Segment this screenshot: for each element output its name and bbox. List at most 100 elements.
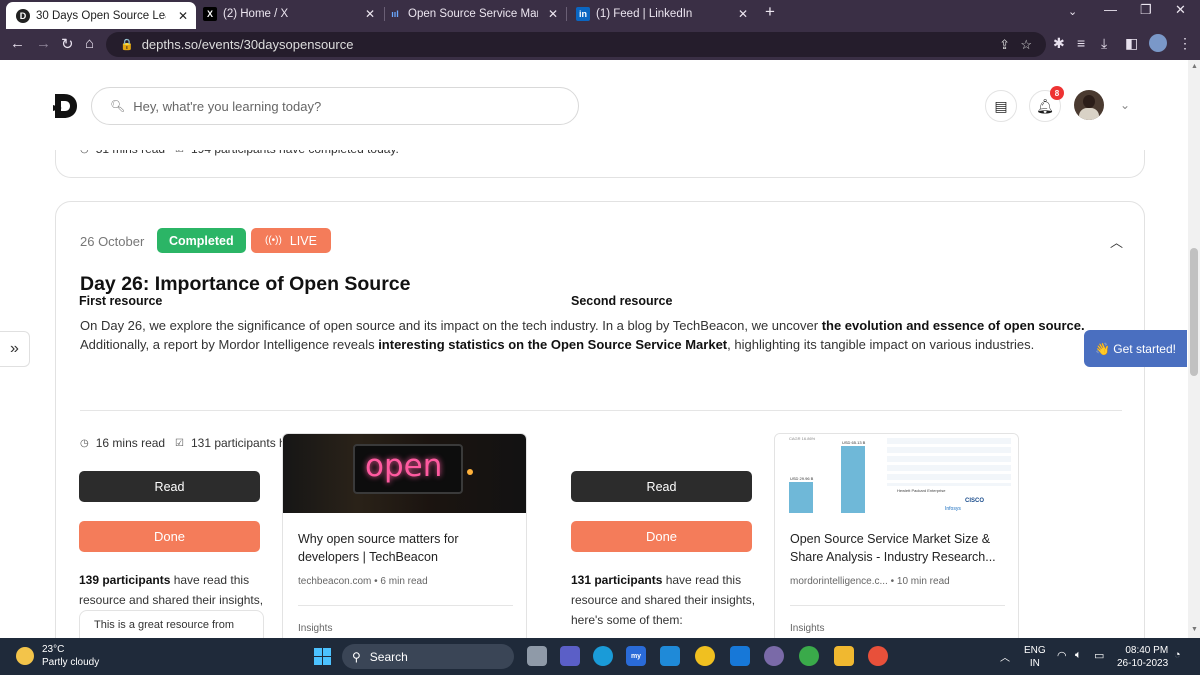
forward-arrow-icon[interactable]: → (36, 35, 51, 52)
site-header: 🔍︎ Hey, what're you learning today? ▤ 🔔︎… (0, 60, 1188, 150)
clock-icon: ◷ (80, 437, 89, 449)
share-icon[interactable]: ⇪ (999, 37, 1010, 53)
sidebar-toggle-button[interactable]: » (0, 331, 30, 367)
window-close-icon[interactable]: ✕ (1175, 2, 1186, 18)
resource-preview-card[interactable]: CAGR 16.86% USD 29.96 B USD 65.13 B Hewl… (774, 433, 1019, 638)
windows-start-icon[interactable] (314, 648, 331, 665)
tab-title: (2) Home / X (223, 8, 289, 20)
chart-label: Hewlett Packard Enterprise (897, 488, 946, 493)
chrome-profile-app-icon[interactable] (799, 646, 819, 666)
desc-bold: the evolution and essence of open source… (821, 318, 1085, 333)
menu-kebab-icon[interactable]: ⋮ (1178, 35, 1192, 52)
preview-tag: Insights (790, 623, 825, 634)
tab-mordor[interactable]: ııI Open Source Service Market Siz ✕ (378, 3, 566, 25)
close-icon[interactable]: ✕ (178, 9, 188, 23)
preview-source: techbeacon.com • 6 min read (298, 576, 428, 587)
card-title: Day 26: Importance of Open Source (80, 273, 411, 295)
done-button[interactable]: Done (571, 521, 752, 552)
mail-app-icon[interactable] (730, 646, 750, 666)
tab-depths[interactable]: D 30 Days Open Source Learning C ✕ (6, 2, 196, 29)
sidepanel-icon[interactable]: ◧ (1125, 35, 1138, 52)
battery-icon[interactable]: ▭ (1094, 649, 1104, 662)
tab-linkedin[interactable]: in (1) Feed | LinkedIn ✕ (566, 3, 756, 25)
scroll-down-icon[interactable]: ▼ (1191, 626, 1198, 633)
inbox-tray-icon: ▤ (994, 97, 1008, 114)
home-icon[interactable]: ⌂ (85, 35, 94, 52)
depths-favicon-icon: D (16, 8, 30, 23)
linkedin-favicon-icon: in (576, 7, 590, 21)
resource-heading: First resource (79, 294, 163, 308)
vscode-app-icon[interactable] (660, 646, 680, 666)
profile-avatar-icon[interactable] (1149, 34, 1167, 52)
mysql-app-icon[interactable]: my (626, 646, 646, 666)
restore-icon[interactable]: ❐ (1140, 2, 1152, 18)
scroll-up-icon[interactable]: ▲ (1191, 63, 1198, 70)
read-button[interactable]: Read (571, 471, 752, 502)
url-field[interactable]: 🔒 depths.so/events/30daysopensource ⇪ ☆ (106, 32, 1046, 57)
partly-cloudy-icon (16, 647, 34, 665)
desc-bold: interesting statistics on the Open Sourc… (378, 337, 728, 352)
system-clock[interactable]: 08:40 PM 26-10-2023 (1117, 644, 1168, 670)
preview-tag: Insights (298, 623, 333, 634)
file-manager-app-icon[interactable] (834, 646, 854, 666)
language-indicator[interactable]: ENG IN (1024, 644, 1046, 670)
minimize-icon[interactable]: — (1104, 2, 1117, 17)
reading-list-icon[interactable]: ≡ (1077, 35, 1085, 51)
tab-title: Open Source Service Market Siz (408, 8, 538, 20)
open-neon-sign: open (365, 448, 443, 484)
page-content: ◷ 51 mins read ☑ 194 participants have c… (0, 60, 1188, 638)
back-arrow-icon[interactable]: ← (10, 35, 25, 52)
lock-icon: 🔒 (120, 39, 134, 51)
avatar[interactable] (1074, 90, 1104, 120)
chart-label: Infosys (945, 506, 961, 512)
edge-app-icon[interactable] (593, 646, 613, 666)
close-icon[interactable]: ✕ (365, 7, 375, 21)
notification-center-icon[interactable]: ◔ (1174, 649, 1181, 661)
get-started-button[interactable]: 👋 Get started! (1084, 330, 1187, 367)
chevron-up-icon[interactable]: ︿ (1110, 232, 1123, 251)
insight-text: This is a great resource from (94, 619, 234, 631)
bookmark-star-icon[interactable]: ☆ (1020, 37, 1032, 53)
url-text: depths.so/events/30daysopensource (141, 37, 354, 52)
lang-primary: ENG (1024, 645, 1046, 656)
mordor-favicon-icon: ııI (391, 9, 399, 19)
close-icon[interactable]: ✕ (548, 7, 558, 21)
read-button[interactable]: Read (79, 471, 260, 502)
reload-icon[interactable]: ↻ (61, 35, 74, 53)
insight-card[interactable]: This is a great resource from (79, 610, 264, 638)
volume-muted-icon[interactable]: 🔈︎ (1075, 649, 1082, 662)
scrollbar-thumb[interactable] (1190, 248, 1198, 376)
chevron-down-icon[interactable]: ⌄ (1120, 98, 1130, 112)
read-time-text: 16 mins read (95, 436, 166, 450)
weather-widget[interactable]: 23°C Partly cloudy (16, 643, 99, 669)
clock-date: 26-10-2023 (1117, 658, 1169, 669)
depths-logo-icon[interactable] (52, 92, 78, 120)
inbox-button[interactable]: ▤ (985, 90, 1017, 122)
app-icon[interactable] (764, 646, 784, 666)
windows-taskbar: 23°C Partly cloudy ⚲ Search my ︿ ENG IN … (0, 638, 1200, 675)
close-icon[interactable]: ✕ (738, 7, 748, 21)
divider (80, 410, 1122, 411)
preview-image: open (283, 434, 526, 513)
done-button[interactable]: Done (79, 521, 260, 552)
tab-title: 30 Days Open Source Learning C (36, 9, 166, 22)
taskbar-search[interactable]: ⚲ Search (342, 644, 514, 669)
chrome-alt-app-icon[interactable] (868, 646, 888, 666)
scrollbar[interactable]: ▲ ▼ (1188, 60, 1200, 638)
checkbox-icon: ☑ (175, 437, 184, 449)
new-tab-plus-icon[interactable]: + (765, 2, 775, 22)
extensions-puzzle-icon[interactable]: ✱ (1053, 35, 1065, 52)
file-explorer-app-icon[interactable] (527, 646, 547, 666)
wifi-icon[interactable]: ◠ (1057, 649, 1067, 662)
search-input[interactable]: 🔍︎ Hey, what're you learning today? (91, 87, 579, 125)
participants-count: 131 participants (571, 573, 663, 587)
chrome-app-icon[interactable] (695, 646, 715, 666)
resource-preview-card[interactable]: open Why open source matters for develop… (282, 433, 527, 638)
preview-image: CAGR 16.86% USD 29.96 B USD 65.13 B Hewl… (775, 434, 1018, 513)
tab-x[interactable]: X (2) Home / X ✕ (193, 3, 383, 25)
download-icon[interactable]: ⤓ (1101, 35, 1107, 52)
tab-search-chevron-icon[interactable]: ⌄ (1068, 5, 1077, 18)
teams-app-icon[interactable] (560, 646, 580, 666)
read-time: ◷ 16 mins read (80, 436, 165, 450)
tray-chevron-up-icon[interactable]: ︿ (1000, 649, 1010, 664)
